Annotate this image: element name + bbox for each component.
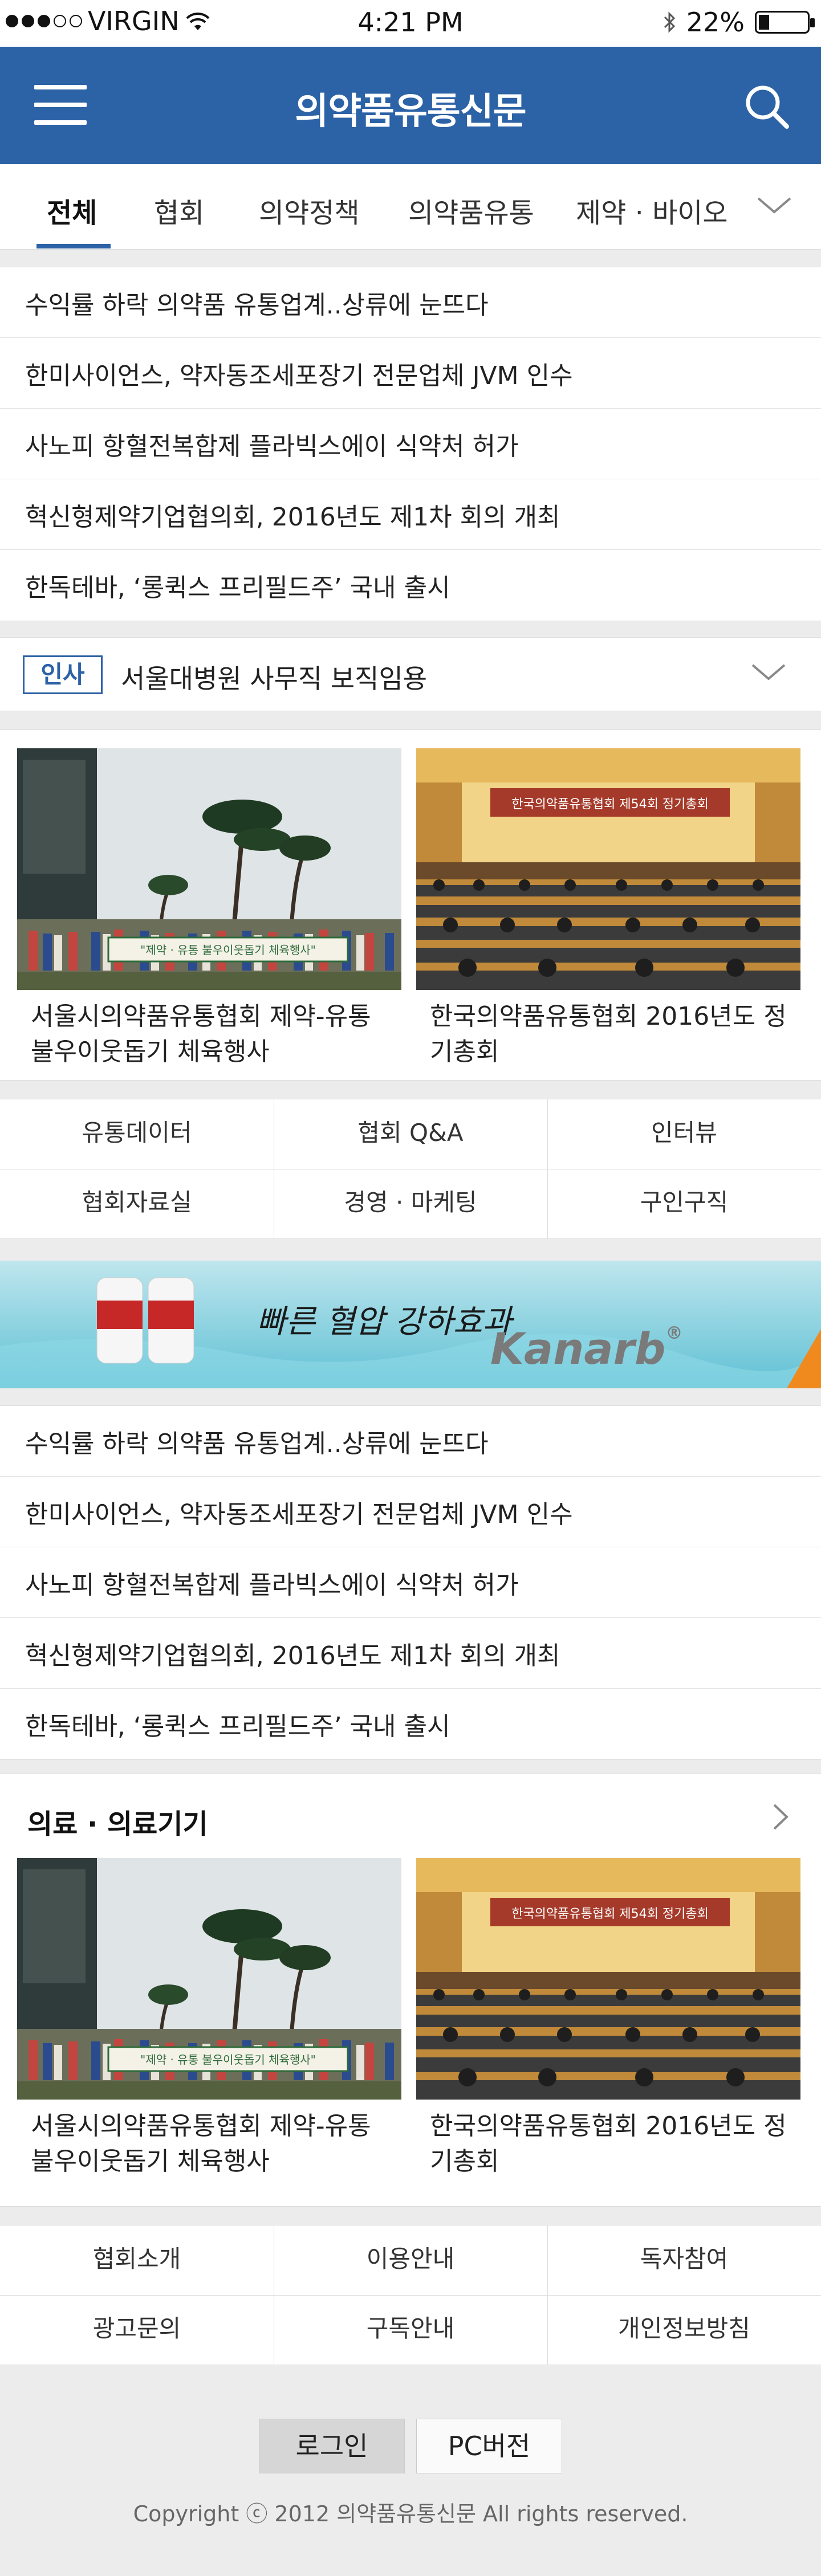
tab-distribution[interactable]: 의약품유통 bbox=[408, 190, 534, 230]
photo-news-caption[interactable]: 한국의약품유통협회 2016년도 정기총회 bbox=[416, 2109, 800, 2179]
footer-links-grid: 협회소개 이용안내 독자참여 광고문의 구독안내 개인정보방침 bbox=[0, 2225, 821, 2365]
photo-news-item[interactable]: "제약 · 유통 불우이웃돕기 체육행사" 서울시의약품유통협회 제약-유통 불… bbox=[17, 1858, 401, 2179]
list-item[interactable]: 혁신형제약기업협의회, 2016년도 제1차 회의 개최 bbox=[0, 479, 821, 550]
link-association-qa[interactable]: 협회 Q&A bbox=[274, 1099, 547, 1167]
headline-list-middle: 수익률 하락 의약품 유통업계..상류에 눈뜨다 한미사이언스, 약자동조세포장… bbox=[0, 1405, 821, 1760]
photo-news-caption[interactable]: 서울시의약품유통협회 제약-유통 불우이웃돕기 체육행사 bbox=[17, 2109, 401, 2179]
tab-pharma-bio[interactable]: 제약 · 바이오 bbox=[576, 190, 728, 230]
list-item[interactable]: 한미사이언스, 약자동조세포장기 전문업체 JVM 인수 bbox=[0, 1477, 821, 1547]
tab-policy[interactable]: 의약정책 bbox=[259, 190, 360, 230]
search-icon[interactable] bbox=[741, 81, 792, 132]
ad-slogan: 빠른 혈압 강하효과 bbox=[257, 1303, 512, 1340]
quick-links-grid: 유통데이터 협회 Q&A 인터뷰 협회자료실 경영 · 마케팅 구인구직 bbox=[0, 1099, 821, 1239]
status-bar: VIRGIN 4:21 PM 22% bbox=[0, 0, 821, 47]
chevron-right-icon[interactable] bbox=[772, 1803, 789, 1833]
list-item[interactable]: 사노피 항혈전복합제 플라빅스에이 식약처 허가 bbox=[0, 409, 821, 479]
ad-brand-name: Kanarb bbox=[490, 1323, 666, 1374]
tab-association[interactable]: 협회 bbox=[154, 190, 204, 230]
app-header: 의약품유통신문 bbox=[0, 47, 821, 164]
link-privacy-policy[interactable]: 개인정보방침 bbox=[547, 2295, 821, 2362]
list-item[interactable]: 수익률 하락 의약품 유통업계..상류에 눈뜨다 bbox=[0, 1406, 821, 1477]
general-meeting-photo[interactable]: 한국의약품유통협회 제54회 정기총회 bbox=[416, 1858, 800, 2100]
photo-banner-text: 한국의약품유통협회 제54회 정기총회 bbox=[511, 1907, 709, 1921]
link-reader-participation[interactable]: 독자참여 bbox=[547, 2226, 821, 2293]
photo-news-item[interactable]: 한국의약품유통협회 제54회 정기총회 한국의약품유통협회 2016년도 정기총… bbox=[416, 748, 800, 1070]
link-management-marketing[interactable]: 경영 · 마케팅 bbox=[274, 1169, 547, 1236]
headline-list-top: 수익률 하락 의약품 유통업계..상류에 눈뜨다 한미사이언스, 약자동조세포장… bbox=[0, 267, 821, 621]
chevron-down-icon[interactable] bbox=[750, 662, 787, 684]
copyright-text: Copyright ⓒ 2012 의약품유통신문 All rights rese… bbox=[133, 2501, 688, 2526]
link-usage-guide[interactable]: 이용안내 bbox=[274, 2226, 547, 2293]
golf-event-photo[interactable]: "제약 · 유통 불우이웃돕기 체육행사" bbox=[17, 1858, 401, 2100]
tab-all[interactable]: 전체 bbox=[47, 190, 97, 230]
battery-percent: 22% bbox=[686, 7, 745, 38]
pc-version-button[interactable]: PC버전 bbox=[416, 2419, 562, 2473]
link-job-openings[interactable]: 구인구직 bbox=[547, 1169, 821, 1236]
photo-banner-text: "제약 · 유통 불우이웃돕기 체육행사" bbox=[140, 2053, 316, 2066]
list-item[interactable]: 사노피 항혈전복합제 플라빅스에이 식약처 허가 bbox=[0, 1547, 821, 1618]
battery-icon bbox=[755, 11, 815, 34]
site-title[interactable]: 의약품유통신문 bbox=[0, 82, 821, 134]
section-header-medical[interactable]: 의료 · 의료기기 bbox=[0, 1774, 821, 1858]
photo-news-caption[interactable]: 한국의약품유통협회 2016년도 정기총회 bbox=[416, 999, 800, 1070]
active-tab-indicator bbox=[36, 244, 111, 248]
photo-news-item[interactable]: "제약 · 유통 불우이웃돕기 체육행사" 서울시의약품유통협회 제약-유통 불… bbox=[17, 748, 401, 1070]
photo-news-grid-medical: "제약 · 유통 불우이웃돕기 체육행사" 서울시의약품유통협회 제약-유통 불… bbox=[0, 1858, 821, 2207]
link-ad-inquiry[interactable]: 광고문의 bbox=[0, 2295, 274, 2362]
ad-banner[interactable]: 빠른 혈압 강하효과 Kanarb® bbox=[0, 1261, 821, 1388]
photo-news-item[interactable]: 한국의약품유통협회 제54회 정기총회 한국의약품유통협회 2016년도 정기총… bbox=[416, 1858, 800, 2179]
personnel-ticker[interactable]: 인사 서울대병원 사무직 보직임용 bbox=[0, 637, 821, 711]
photo-news-caption[interactable]: 서울시의약품유통협회 제약-유통 불우이웃돕기 체육행사 bbox=[17, 999, 401, 1070]
link-subscription[interactable]: 구독안내 bbox=[274, 2295, 547, 2362]
login-button[interactable]: 로그인 bbox=[259, 2419, 405, 2473]
link-interview[interactable]: 인터뷰 bbox=[547, 1099, 821, 1167]
bluetooth-icon bbox=[664, 11, 675, 33]
list-item[interactable]: 한독테바, ‘롱퀵스 프리필드주’ 국내 출시 bbox=[0, 1689, 821, 1759]
ad-brand-logo: Kanarb® bbox=[490, 1323, 682, 1374]
link-distribution-data[interactable]: 유통데이터 bbox=[0, 1099, 274, 1167]
category-tabs: 전체 협회 의약정책 의약품유통 제약 · 바이오 bbox=[0, 164, 821, 250]
list-item[interactable]: 혁신형제약기업협의회, 2016년도 제1차 회의 개최 bbox=[0, 1618, 821, 1689]
section-title[interactable]: 의료 · 의료기기 bbox=[27, 1801, 208, 1841]
link-association-archive[interactable]: 협회자료실 bbox=[0, 1169, 274, 1236]
personnel-headline[interactable]: 서울대병원 사무직 보직임용 bbox=[121, 658, 427, 696]
registered-mark: ® bbox=[665, 1323, 683, 1343]
photo-news-grid: "제약 · 유통 불우이웃돕기 체육행사" 서울시의약품유통협회 제약-유통 불… bbox=[0, 729, 821, 1081]
list-item[interactable]: 수익률 하락 의약품 유통업계..상류에 눈뜨다 bbox=[0, 267, 821, 338]
photo-banner-text: "제약 · 유통 불우이웃돕기 체육행사" bbox=[140, 943, 316, 957]
list-item[interactable]: 한미사이언스, 약자동조세포장기 전문업체 JVM 인수 bbox=[0, 338, 821, 409]
general-meeting-photo[interactable]: 한국의약품유통협회 제54회 정기총회 bbox=[416, 748, 800, 990]
list-item[interactable]: 한독테바, ‘롱퀵스 프리필드주’ 국내 출시 bbox=[0, 550, 821, 621]
golf-event-photo[interactable]: "제약 · 유통 불우이웃돕기 체육행사" bbox=[17, 748, 401, 990]
chevron-down-icon[interactable] bbox=[756, 195, 792, 218]
photo-banner-text: 한국의약품유통협회 제54회 정기총회 bbox=[511, 797, 709, 812]
personnel-badge: 인사 bbox=[23, 655, 103, 694]
link-about[interactable]: 협회소개 bbox=[0, 2226, 274, 2293]
